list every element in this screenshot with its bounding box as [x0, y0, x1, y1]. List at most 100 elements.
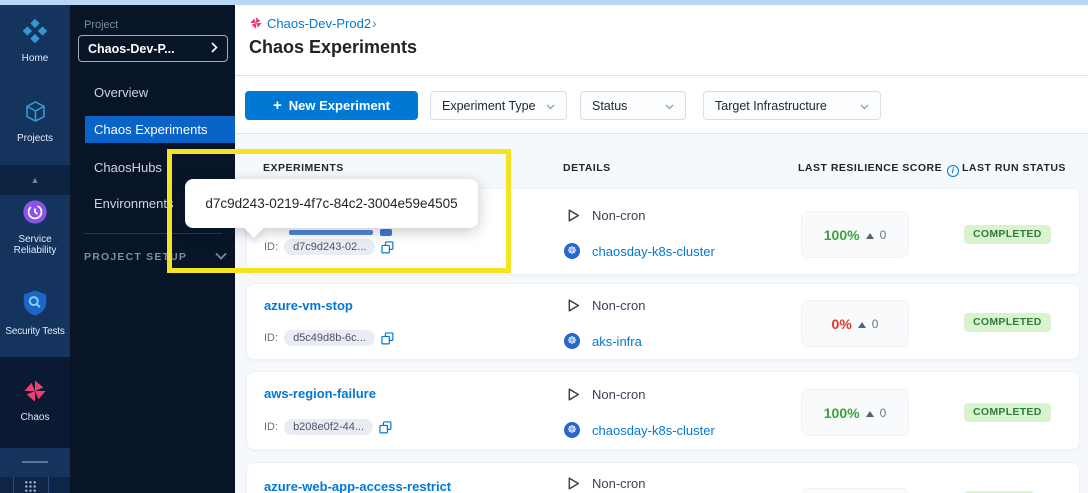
- target-infrastructure-filter[interactable]: Target Infrastructure: [703, 91, 881, 120]
- resilience-score: [801, 488, 909, 493]
- chevron-down-icon: [860, 97, 869, 115]
- project-selector[interactable]: Chaos-Dev-P...: [78, 35, 228, 62]
- breadcrumb-separator: ›: [372, 15, 377, 31]
- project-label: Project: [84, 19, 118, 31]
- schedule-type: Non-cron: [592, 387, 645, 402]
- rail-label-security-tests: Security Tests: [0, 326, 70, 337]
- rail-item-security-tests[interactable]: Security Tests: [0, 288, 70, 337]
- project-nav-panel: Project Chaos-Dev-P... Overview Chaos Ex…: [70, 5, 235, 493]
- experiment-id-tooltip: d7c9d243-0219-4f7c-84c2-3004e59e4505: [185, 179, 478, 228]
- experiment-name-link[interactable]: aws-region-failure: [264, 386, 376, 401]
- delta-up-icon: [866, 404, 874, 422]
- resilience-score: 100% 0: [801, 211, 909, 258]
- play-icon: [564, 207, 581, 224]
- chevron-down-icon: [215, 251, 227, 263]
- rail-item-projects[interactable]: Projects: [0, 98, 70, 144]
- breadcrumb-chaos-icon: [249, 16, 263, 35]
- rail-footer-divider: [13, 477, 14, 493]
- project-setup-label: PROJECT SETUP: [84, 251, 187, 263]
- experiment-name-link[interactable]: azure-vm-stop: [264, 298, 353, 313]
- chevron-right-icon: [211, 40, 218, 58]
- score-value: 0%: [832, 316, 852, 332]
- rail-item-chaos[interactable]: Chaos: [0, 378, 70, 423]
- rail-label-service-reliability: Service Reliability: [0, 234, 70, 256]
- hidden-copy-icon: [380, 229, 392, 236]
- status-filter-label: Status: [592, 99, 665, 113]
- id-label: ID:: [264, 241, 278, 253]
- schedule-type: Non-cron: [592, 208, 645, 223]
- status-badge: COMPLETED: [964, 313, 1051, 332]
- main-content: Chaos-Dev-Prod2 › Chaos Experiments + Ne…: [235, 5, 1088, 493]
- projects-icon: [22, 112, 49, 129]
- new-experiment-label: New Experiment: [289, 98, 390, 113]
- score-delta: 0: [880, 406, 887, 420]
- score-value: 100%: [824, 405, 860, 421]
- experiment-id-row: ID: d5c49d8b-6c...: [264, 330, 394, 346]
- project-setup-section[interactable]: PROJECT SETUP: [84, 251, 227, 263]
- copy-icon[interactable]: [381, 241, 394, 254]
- id-label: ID:: [264, 332, 278, 344]
- column-header-score: LAST RESILIENCE SCORE i: [798, 162, 959, 177]
- status-badge: COMPLETED: [964, 225, 1051, 244]
- column-header-experiments: EXPERIMENTS: [263, 162, 344, 174]
- table-row[interactable]: azure-web-app-access-restrict Non-cron: [246, 462, 1080, 493]
- score-value: 100%: [824, 227, 860, 243]
- resilience-score: 0% 0: [801, 300, 909, 347]
- infrastructure-link[interactable]: chaosday-k8s-cluster: [592, 423, 715, 438]
- home-icon: [21, 32, 49, 49]
- service-reliability-icon: [21, 213, 49, 230]
- sidebar-item-chaoshubs[interactable]: ChaosHubs: [70, 155, 235, 181]
- experiment-type-filter[interactable]: Experiment Type: [430, 91, 567, 120]
- table-row[interactable]: azure-vm-stop ID: d5c49d8b-6c... Non-cro…: [246, 283, 1080, 360]
- status-filter[interactable]: Status: [580, 91, 686, 120]
- id-label: ID:: [264, 421, 278, 433]
- infrastructure-link[interactable]: chaosday-k8s-cluster: [592, 244, 715, 259]
- rail-label-chaos: Chaos: [0, 412, 70, 423]
- rail-collapse-handle[interactable]: [22, 461, 48, 463]
- infrastructure-link[interactable]: aks-infra: [592, 334, 642, 349]
- rail-footer: [0, 477, 70, 493]
- experiment-id: b208e0f2-44...: [284, 419, 373, 435]
- score-delta: 0: [880, 228, 887, 242]
- status-badge: COMPLETED: [964, 403, 1051, 422]
- hidden-experiment-name: [289, 230, 373, 235]
- kubernetes-icon: ☸: [564, 422, 580, 438]
- plus-icon: +: [273, 98, 282, 113]
- experiment-type-filter-label: Experiment Type: [442, 99, 546, 113]
- tooltip-text: d7c9d243-0219-4f7c-84c2-3004e59e4505: [205, 196, 457, 211]
- play-icon: [564, 386, 581, 403]
- new-experiment-button[interactable]: + New Experiment: [245, 91, 418, 120]
- table-row[interactable]: aws-region-failure ID: b208e0f2-44... No…: [246, 371, 1080, 450]
- column-header-score-label: LAST RESILIENCE SCORE: [798, 162, 942, 174]
- kubernetes-icon: ☸: [564, 333, 580, 349]
- rail-label-projects: Projects: [0, 133, 70, 144]
- module-rail: Home Projects ▲ Service Reliability Secu…: [0, 5, 70, 493]
- chevron-down-icon: [665, 97, 674, 115]
- play-icon: [564, 475, 581, 492]
- header-divider: [235, 75, 1088, 76]
- scroll-up-icon[interactable]: ▲: [0, 171, 70, 189]
- kubernetes-icon: ☸: [564, 243, 580, 259]
- chaos-icon: [22, 391, 48, 408]
- module-grid-icon[interactable]: [24, 480, 37, 493]
- chevron-down-icon: [546, 97, 555, 115]
- page-title: Chaos Experiments: [249, 37, 417, 58]
- breadcrumb-project-link[interactable]: Chaos-Dev-Prod2: [267, 16, 371, 31]
- copy-icon[interactable]: [381, 332, 394, 345]
- delta-up-icon: [858, 315, 866, 333]
- rail-item-home[interactable]: Home: [0, 17, 70, 64]
- rail-label-home: Home: [0, 53, 70, 64]
- project-selector-value: Chaos-Dev-P...: [88, 42, 211, 56]
- sidebar-item-overview[interactable]: Overview: [70, 80, 235, 106]
- experiment-name-link[interactable]: azure-web-app-access-restrict: [264, 479, 451, 493]
- rail-item-service-reliability[interactable]: Service Reliability: [0, 198, 70, 256]
- info-icon[interactable]: i: [947, 165, 959, 177]
- play-icon: [564, 297, 581, 314]
- score-delta: 0: [872, 317, 879, 331]
- schedule-type: Non-cron: [592, 476, 645, 491]
- column-header-status: LAST RUN STATUS: [962, 162, 1066, 174]
- experiment-id-row: ID: b208e0f2-44...: [264, 419, 392, 435]
- nav-divider: [84, 233, 222, 234]
- copy-icon[interactable]: [379, 421, 392, 434]
- sidebar-item-chaos-experiments[interactable]: Chaos Experiments: [85, 116, 235, 143]
